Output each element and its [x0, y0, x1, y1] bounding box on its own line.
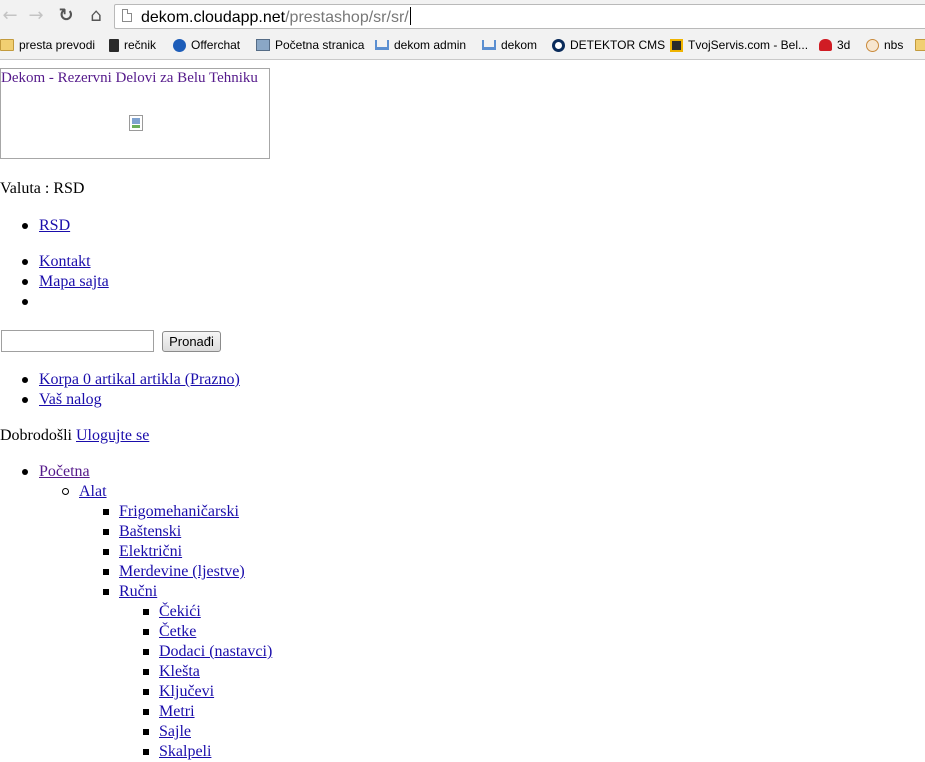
book-icon	[109, 38, 119, 52]
back-arrow-icon[interactable]: ←	[0, 6, 20, 26]
search-input[interactable]	[1, 330, 154, 352]
category-link[interactable]: Sajle	[159, 723, 191, 740]
search-button[interactable]: Pronađi	[162, 331, 221, 352]
bookmark-label: 3d	[837, 38, 851, 52]
forward-arrow-icon[interactable]: →	[26, 6, 46, 26]
bookmark-dekom-admin[interactable]: dekom admin	[375, 36, 466, 54]
category-link[interactable]: Dodaci (nastavci)	[159, 643, 272, 660]
contact-link[interactable]: Kontakt	[39, 253, 91, 270]
category-link-home[interactable]: Početna	[39, 463, 90, 480]
list-item: Vaš nalog	[22, 390, 102, 410]
cart-link[interactable]: Korpa 0 artikal artikla (Prazno)	[39, 371, 240, 388]
address-bar[interactable]: dekom.cloudapp.net/prestashop/sr/sr/	[114, 4, 925, 29]
ring-icon	[552, 38, 565, 52]
category-link-alat[interactable]: Alat	[79, 483, 107, 500]
heart-icon	[819, 39, 832, 51]
category-item: Alat	[62, 482, 107, 502]
cart-icon	[375, 40, 389, 50]
sitemap-link[interactable]: Mapa sajta	[39, 273, 109, 290]
category-item: Baštenski	[102, 522, 181, 542]
category-item: Četke	[142, 622, 196, 642]
folder-icon	[0, 39, 14, 51]
home-icon[interactable]: ⌂	[86, 6, 106, 26]
bookmark-label: dekom	[501, 38, 538, 52]
category-item: Sajle	[143, 722, 191, 742]
bookmark-label: TvojServis.com - Bel...	[688, 38, 809, 52]
bookmark-detektor-cms[interactable]: DETEKTOR CMS	[552, 36, 665, 54]
category-link[interactable]: Merdevine (ljestve)	[119, 563, 245, 580]
category-item: Frigomehaničarski	[103, 502, 239, 522]
category-item: Dodaci (nastavci)	[142, 642, 272, 662]
bookmark-presta-prevodi[interactable]: presta prevodi	[0, 36, 95, 54]
broken-image-icon	[129, 115, 143, 131]
logo-link[interactable]: Dekom - Rezervni Delovi za Belu Tehniku	[0, 68, 270, 159]
bookmark-folder-cut[interactable]	[915, 36, 925, 54]
currency-option: RSD	[21, 216, 70, 236]
category-link[interactable]: Metri	[159, 703, 195, 720]
bookmark-label: Offerchat	[191, 38, 241, 52]
category-item: Klešta	[143, 662, 200, 682]
category-item: Čekići	[143, 602, 201, 622]
category-link[interactable]: Ručni	[119, 583, 157, 600]
bookmark-offerchat[interactable]: Offerchat	[173, 36, 240, 54]
category-link[interactable]: Čekići	[159, 603, 201, 620]
category-item: Početna	[22, 462, 90, 482]
url-path: /prestashop/sr/sr/	[285, 9, 409, 26]
bookmark-3d[interactable]: 3d	[819, 36, 850, 54]
bookmark-recnik[interactable]: rečnik	[109, 36, 156, 54]
bookmark-label: dekom admin	[394, 38, 467, 52]
category-item: Ručni	[102, 582, 157, 602]
bookmark-pocetna-stranica[interactable]: Početna stranica	[256, 36, 364, 54]
account-link[interactable]: Vaš nalog	[39, 391, 102, 408]
category-item: Merdevine (ljestve)	[103, 562, 245, 582]
bookmark-nbs[interactable]: nbs	[866, 36, 903, 54]
bookmark-label: nbs	[884, 38, 904, 52]
bookmark-tvojservis[interactable]: TvojServis.com - Bel...	[670, 36, 808, 54]
category-link[interactable]: Baštenski	[119, 523, 181, 540]
bookmark-label: presta prevodi	[19, 38, 96, 52]
reload-icon[interactable]: ↻	[56, 6, 76, 26]
category-link[interactable]: Električni	[119, 543, 182, 560]
currency-link-rsd[interactable]: RSD	[39, 217, 70, 234]
list-item: Mapa sajta	[22, 272, 109, 292]
bookmark-dekom[interactable]: dekom	[482, 36, 537, 54]
cart-icon	[482, 40, 496, 50]
category-link[interactable]: Skalpeli	[159, 743, 211, 760]
globe-icon	[866, 38, 879, 52]
browser-toolbar: ← → ↻ ⌂ dekom.cloudapp.net/prestashop/sr…	[0, 0, 925, 33]
folder-icon	[915, 39, 925, 51]
category-item: Ključevi	[142, 682, 214, 702]
login-link[interactable]: Ulogujte se	[76, 427, 149, 444]
text-caret	[409, 7, 411, 25]
logo-title: Dekom - Rezervni Delovi za Belu Tehniku	[1, 70, 258, 86]
x-logo-icon	[670, 38, 683, 52]
bookmark-label: DETEKTOR CMS	[570, 38, 666, 52]
category-link[interactable]: Frigomehaničarski	[119, 503, 239, 520]
welcome-text: Dobrodošli	[0, 427, 72, 444]
category-link[interactable]: Ključevi	[159, 683, 214, 700]
bookmark-label: Početna stranica	[275, 38, 365, 52]
list-item: Kontakt	[22, 252, 91, 272]
list-item: Korpa 0 artikal artikla (Prazno)	[22, 370, 240, 390]
category-item: Električni	[102, 542, 182, 562]
category-link[interactable]: Četke	[159, 623, 196, 640]
url-host: dekom.cloudapp.net	[141, 9, 286, 26]
bookmark-label: rečnik	[124, 38, 157, 52]
house-icon	[256, 39, 270, 51]
category-item: Metri	[143, 702, 195, 722]
category-link[interactable]: Klešta	[159, 663, 200, 680]
category-item: Skalpeli	[142, 742, 211, 762]
url-text[interactable]: dekom.cloudapp.net/prestashop/sr/sr/	[141, 7, 411, 27]
welcome-line: Dobrodošli Ulogujte se	[0, 426, 149, 446]
currency-label: Valuta : RSD	[0, 180, 85, 197]
person-icon	[173, 38, 186, 52]
bookmarks-bar: presta prevodi rečnik Offerchat Početna …	[0, 33, 925, 60]
page-icon	[122, 9, 132, 22]
